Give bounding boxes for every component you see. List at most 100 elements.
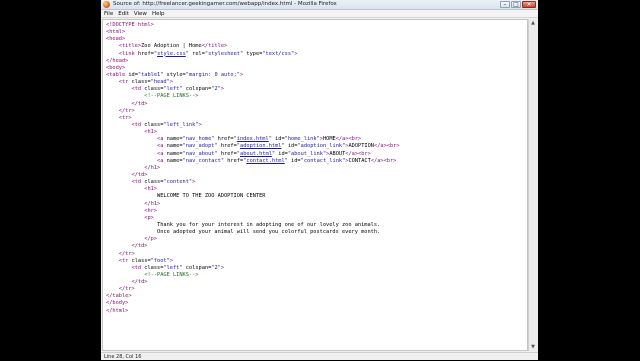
- source-token: "left_link": [163, 121, 199, 128]
- source-line: </p>: [106, 236, 524, 243]
- source-token: WELCOME TO THE ZOO ADOPTION CENTER: [106, 193, 266, 200]
- window-title: Source of: http://freelancer.geekingamer…: [113, 1, 337, 7]
- source-token: <tr>: [118, 114, 132, 121]
- source-token: <head>: [106, 36, 126, 43]
- maximize-button[interactable]: □: [511, 1, 521, 8]
- source-token: [106, 115, 119, 121]
- source-token: </a><br>: [374, 143, 400, 150]
- menu-file[interactable]: File: [104, 10, 113, 17]
- source-token: </td>: [131, 243, 148, 250]
- menu-bar: File Edit View Help: [101, 10, 538, 18]
- source-token: [106, 279, 132, 285]
- source-token: [106, 143, 157, 149]
- source-token: colspan=: [182, 264, 212, 271]
- title-bar[interactable]: Source of: http://freelancer.geekingamer…: [101, 0, 538, 10]
- source-line: <link href="style.css" rel="stylesheet" …: [106, 51, 524, 58]
- status-bar: Line 28, Col 16: [101, 352, 538, 360]
- source-token: "about_link": [287, 150, 327, 157]
- source-token: name=: [166, 143, 183, 150]
- source-token: [106, 151, 157, 157]
- source-token: [106, 265, 132, 271]
- source-token: id=: [271, 136, 285, 143]
- source-token: </td>: [131, 279, 148, 286]
- source-token: "margin: 0 auto;": [185, 71, 240, 78]
- source-view[interactable]: <!DOCTYPE html> <html> <head> <title>Zoo A…: [102, 19, 528, 351]
- source-token: "text/css": [262, 50, 295, 57]
- close-button[interactable]: ×: [522, 1, 536, 8]
- source-line: <hr>: [106, 208, 524, 215]
- source-token: <a: [157, 143, 167, 150]
- source-line: </td>: [106, 243, 524, 250]
- source-token: </title>: [201, 43, 228, 50]
- minimize-button[interactable]: –: [500, 1, 510, 8]
- source-token: </a><br>: [345, 150, 371, 157]
- source-token: <h1>: [144, 129, 158, 136]
- source-token: class=: [144, 121, 164, 128]
- source-line: </table>: [106, 293, 524, 300]
- source-token: "left": [163, 86, 183, 93]
- source-link[interactable]: style.css: [157, 51, 186, 57]
- firefox-icon: [103, 1, 110, 8]
- scroll-down-icon[interactable]: ▼: [529, 343, 537, 351]
- source-line: <!DOCTYPE html>: [106, 22, 524, 29]
- source-line: Once adopted your animal will send you c…: [106, 229, 524, 236]
- source-token: type=: [243, 50, 263, 57]
- source-token: [106, 101, 132, 107]
- source-line: </td>: [106, 101, 524, 108]
- source-code: <!DOCTYPE html> <html> <head> <title>Zoo A…: [103, 20, 527, 317]
- source-token: "nav_contact": [182, 157, 225, 164]
- source-token: <a: [157, 157, 167, 164]
- source-token: </td>: [131, 171, 148, 178]
- source-token: </h1>: [144, 164, 161, 171]
- source-token: href=: [214, 136, 234, 143]
- source-token: "nav_home": [182, 136, 215, 143]
- menu-view[interactable]: View: [134, 10, 147, 17]
- source-line: <a name="nav_adopt" href="adoption.html"…: [106, 143, 524, 150]
- source-link[interactable]: adoption.html: [240, 143, 281, 149]
- source-token: [106, 86, 132, 92]
- source-token: [106, 251, 119, 257]
- source-line: <table id="table1" style="margin: 0 auto…: [106, 72, 524, 79]
- scroll-up-icon[interactable]: ▲: [529, 19, 537, 27]
- source-line: <html>: [106, 29, 524, 36]
- source-line: <tr>: [106, 115, 524, 122]
- source-token: [106, 201, 144, 207]
- menu-help[interactable]: Help: [152, 10, 165, 17]
- source-token: </html>: [106, 307, 129, 314]
- source-token: "left": [163, 264, 183, 271]
- source-token: Thank you for your interest in adopting …: [106, 221, 381, 228]
- source-token: "adoption_link": [297, 143, 346, 150]
- source-token: "head": [150, 79, 170, 86]
- source-token: </a><br>: [335, 136, 362, 143]
- source-line: </tr>: [106, 251, 524, 258]
- source-token: "content": [163, 179, 193, 186]
- source-token: id=: [128, 71, 138, 78]
- source-token: [106, 243, 132, 249]
- source-token: href=: [224, 157, 244, 164]
- source-line: <h1>: [106, 186, 524, 193]
- vertical-scrollbar[interactable]: ▲ ▼: [528, 19, 537, 351]
- source-line: <td class="left" colspan="2">: [106, 265, 524, 272]
- source-link[interactable]: contact.html: [246, 158, 284, 164]
- source-token: [106, 122, 132, 128]
- source-token: href=: [137, 50, 154, 57]
- source-token: <!--PAGE LINKS-->: [144, 271, 199, 278]
- source-line: <!--PAGE LINKS-->: [106, 272, 524, 279]
- source-link[interactable]: index.html: [237, 136, 269, 142]
- source-link[interactable]: about.html: [240, 151, 272, 157]
- source-token: [106, 215, 144, 221]
- window-controls: – □ ×: [500, 1, 536, 8]
- source-line: <td class="left" colspan="2">: [106, 86, 524, 93]
- source-token: CONTACT: [348, 157, 371, 164]
- source-line: </h1>: [106, 201, 524, 208]
- source-token: href=: [217, 150, 237, 157]
- source-token: <a: [157, 150, 167, 157]
- source-token: name=: [166, 150, 183, 157]
- source-token: [106, 165, 144, 171]
- menu-edit[interactable]: Edit: [118, 10, 129, 17]
- source-token: HOME: [322, 136, 336, 143]
- source-token: <p>: [144, 214, 154, 221]
- source-token: <link: [118, 50, 138, 57]
- source-token: [106, 286, 119, 292]
- source-line: <h1>: [106, 129, 524, 136]
